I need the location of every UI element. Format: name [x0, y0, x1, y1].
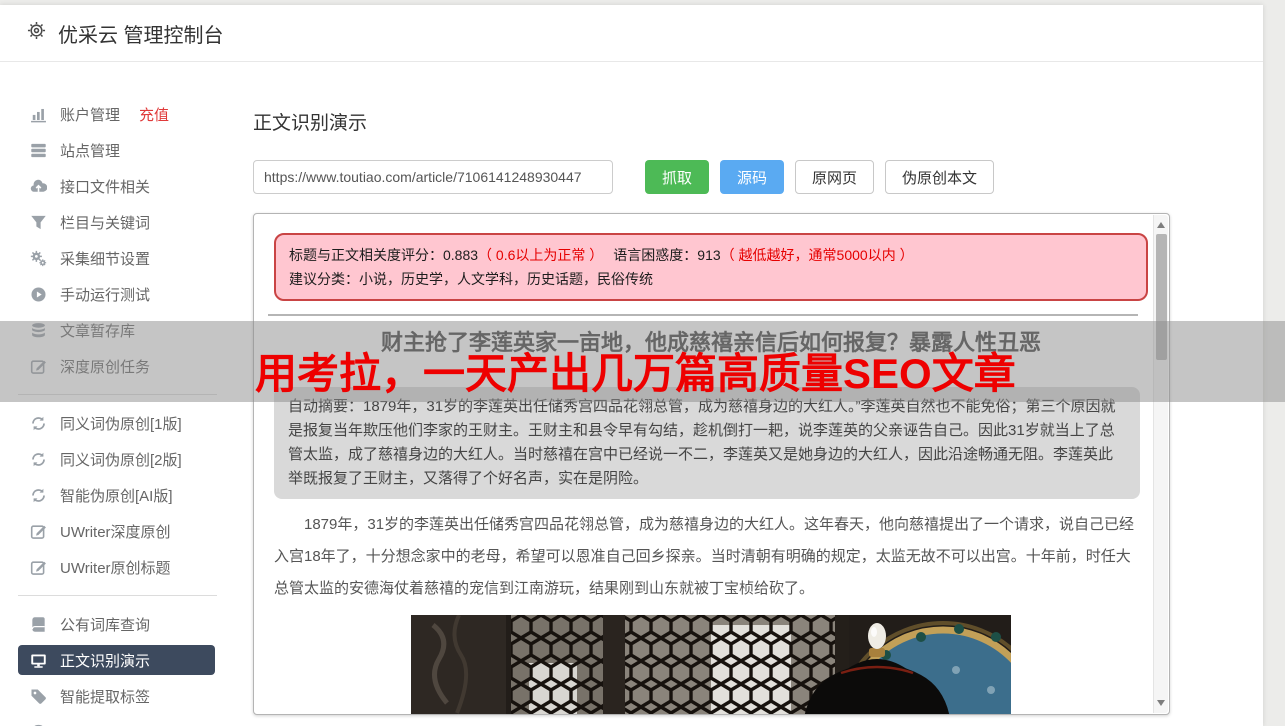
play-circle-icon	[31, 286, 46, 302]
gears-icon	[30, 250, 47, 266]
sidebar-item-extraction-demo[interactable]: 正文识别演示	[18, 645, 215, 675]
sidebar-item-synonym-v1[interactable]: 同义词伪原创[1版]	[0, 405, 235, 441]
sidebar-item-article-store[interactable]: 文章暂存库	[0, 312, 235, 348]
sidebar-item-uwriter-deep[interactable]: UWriter深度原创	[0, 513, 235, 549]
sidebar-item-label: 文章暂存库	[60, 322, 136, 340]
article-title: 财主抢了李莲英家一亩地，他成慈禧亲信后如何报复？暴露人性丑恶	[380, 330, 1041, 355]
edit-icon	[30, 560, 46, 575]
sidebar-item-deep-original-task[interactable]: 深度原创任务	[0, 348, 235, 384]
sidebar-item-synonym-v2[interactable]: 同义词伪原创[2版]	[0, 441, 235, 477]
sidebar-item-label: UWriter原创标题	[60, 559, 171, 577]
analysis-line-1: 标题与正文相关度评分：0.883（ 0.6以上为正常 ） 语言困惑度：913（ 越…	[289, 243, 1133, 267]
refresh-icon	[32, 416, 45, 430]
sidebar-item-manual-test[interactable]: 手动运行测试	[0, 276, 235, 312]
url-input[interactable]	[253, 160, 613, 194]
sidebar-item-account[interactable]: 账户管理 充值	[0, 96, 235, 132]
edit-icon	[30, 359, 46, 374]
bar-chart-icon	[31, 108, 46, 122]
sidebar-item-label: 智能提取标签	[60, 688, 151, 706]
sidebar-item-label: 接口文件相关	[60, 178, 151, 196]
sidebar-item-label: 栏目与关键词	[60, 214, 151, 232]
perplexity-score: 语言困惑度：913	[613, 247, 721, 263]
perplexity-note: （ 越低越好，通常5000以内 ）	[720, 247, 914, 263]
toolbar: 抓取 源码 原网页 伪原创本文	[253, 160, 1170, 194]
sidebar-item-label: 公有词库查询	[60, 616, 151, 634]
sidebar-item-label: 同义词伪原创[2版]	[60, 451, 182, 469]
sidebar-item-uwriter-title[interactable]: UWriter原创标题	[0, 549, 235, 585]
sidebar-item-label: 同义词伪原创[1版]	[60, 415, 182, 433]
main-content: 正文识别演示 抓取 源码 原网页 伪原创本文 标题与正文相关度评分：0.883（…	[253, 63, 1170, 715]
sidebar-item-label: 正文识别演示	[60, 652, 151, 670]
sidebar-item-collect-settings[interactable]: 采集细节设置	[0, 240, 235, 276]
sidebar-item-label: 站点管理	[60, 142, 121, 160]
refresh-icon	[32, 488, 45, 502]
app-header: 优采云 管理控制台	[0, 5, 1263, 62]
sidebar-item-interface-files[interactable]: 接口文件相关	[0, 168, 235, 204]
sidebar-item-label: 账户管理	[60, 106, 121, 124]
result-panel: 标题与正文相关度评分：0.883（ 0.6以上为正常 ） 语言困惑度：913（ 越…	[253, 213, 1170, 715]
relevance-score: 标题与正文相关度评分：0.883	[289, 247, 479, 263]
app-title: 优采云 管理控制台	[58, 24, 224, 47]
page-title: 正文识别演示	[253, 113, 368, 134]
sidebar-item-public-dict[interactable]: 公有词库查询	[0, 606, 235, 642]
refresh-icon	[32, 452, 45, 466]
article-paragraph: 1879年，31岁的李莲英出任储秀宫四品花翎总管，成为慈禧身边的大红人。这年春天…	[274, 516, 1135, 597]
sidebar-item-sites[interactable]: 站点管理	[0, 132, 235, 168]
gear-icon	[27, 21, 46, 45]
tag-icon	[31, 688, 46, 704]
analysis-alert: 标题与正文相关度评分：0.883（ 0.6以上为正常 ） 语言困惑度：913（ 越…	[274, 233, 1148, 301]
filter-icon	[31, 215, 46, 229]
sidebar-item-smart-tags[interactable]: 智能提取标签	[0, 678, 235, 714]
sidebar-item-label: UWriter深度原创	[60, 523, 171, 541]
database-icon	[32, 322, 45, 337]
cloud-upload-icon	[30, 179, 47, 192]
sidebar-divider	[18, 394, 217, 395]
sidebar-item-keywords[interactable]: 栏目与关键词	[0, 204, 235, 240]
auto-summary-box: 自动摘要：1879年，31岁的李莲英出任储秀宫四品花翎总管，成为慈禧身边的大红人…	[274, 387, 1140, 499]
sidebar-item-label: 采集细节设置	[60, 250, 151, 268]
relevance-note: （ 0.6以上为正常 ）	[478, 247, 604, 263]
suggested-categories: 建议分类：小说，历史学，人文学科，历史话题，民俗传统	[289, 271, 653, 287]
source-button[interactable]: 源码	[720, 160, 785, 194]
book-icon	[31, 616, 45, 632]
vertical-scrollbar[interactable]	[1153, 215, 1168, 713]
fetch-button[interactable]: 抓取	[645, 160, 710, 194]
pseudo-original-button[interactable]: 伪原创本文	[885, 160, 995, 194]
original-page-button[interactable]: 原网页	[795, 160, 875, 194]
sidebar: 账户管理 充值 站点管理 接口文件相关 栏目与关键词 采集细节设置 手动运行测试…	[0, 63, 235, 726]
edit-icon	[30, 524, 46, 539]
sidebar-item-label: 手动运行测试	[60, 286, 151, 304]
sidebar-item-label: 深度原创任务	[60, 358, 151, 376]
scroll-up-arrow[interactable]	[1157, 222, 1165, 228]
sidebar-divider	[18, 595, 217, 596]
sidebar-item-label: 智能伪原创[AI版]	[60, 487, 173, 505]
result-panel-content: 标题与正文相关度评分：0.883（ 0.6以上为正常 ） 语言困惑度：913（ 越…	[254, 214, 1153, 714]
app-window: 优采云 管理控制台 账户管理 充值 站点管理 接口文件相关 栏目与关键词 采集细…	[0, 5, 1263, 726]
scroll-down-arrow[interactable]	[1157, 700, 1165, 706]
section-divider	[268, 314, 1138, 316]
scrollbar-thumb[interactable]	[1156, 234, 1167, 360]
article-photo	[411, 615, 1011, 714]
monitor-icon	[31, 654, 46, 668]
recharge-link[interactable]: 充值	[139, 104, 169, 125]
sidebar-item-ai-pseudo[interactable]: 智能伪原创[AI版]	[0, 477, 235, 513]
server-icon	[31, 143, 46, 157]
sidebar-item-clipped[interactable]	[0, 714, 235, 726]
